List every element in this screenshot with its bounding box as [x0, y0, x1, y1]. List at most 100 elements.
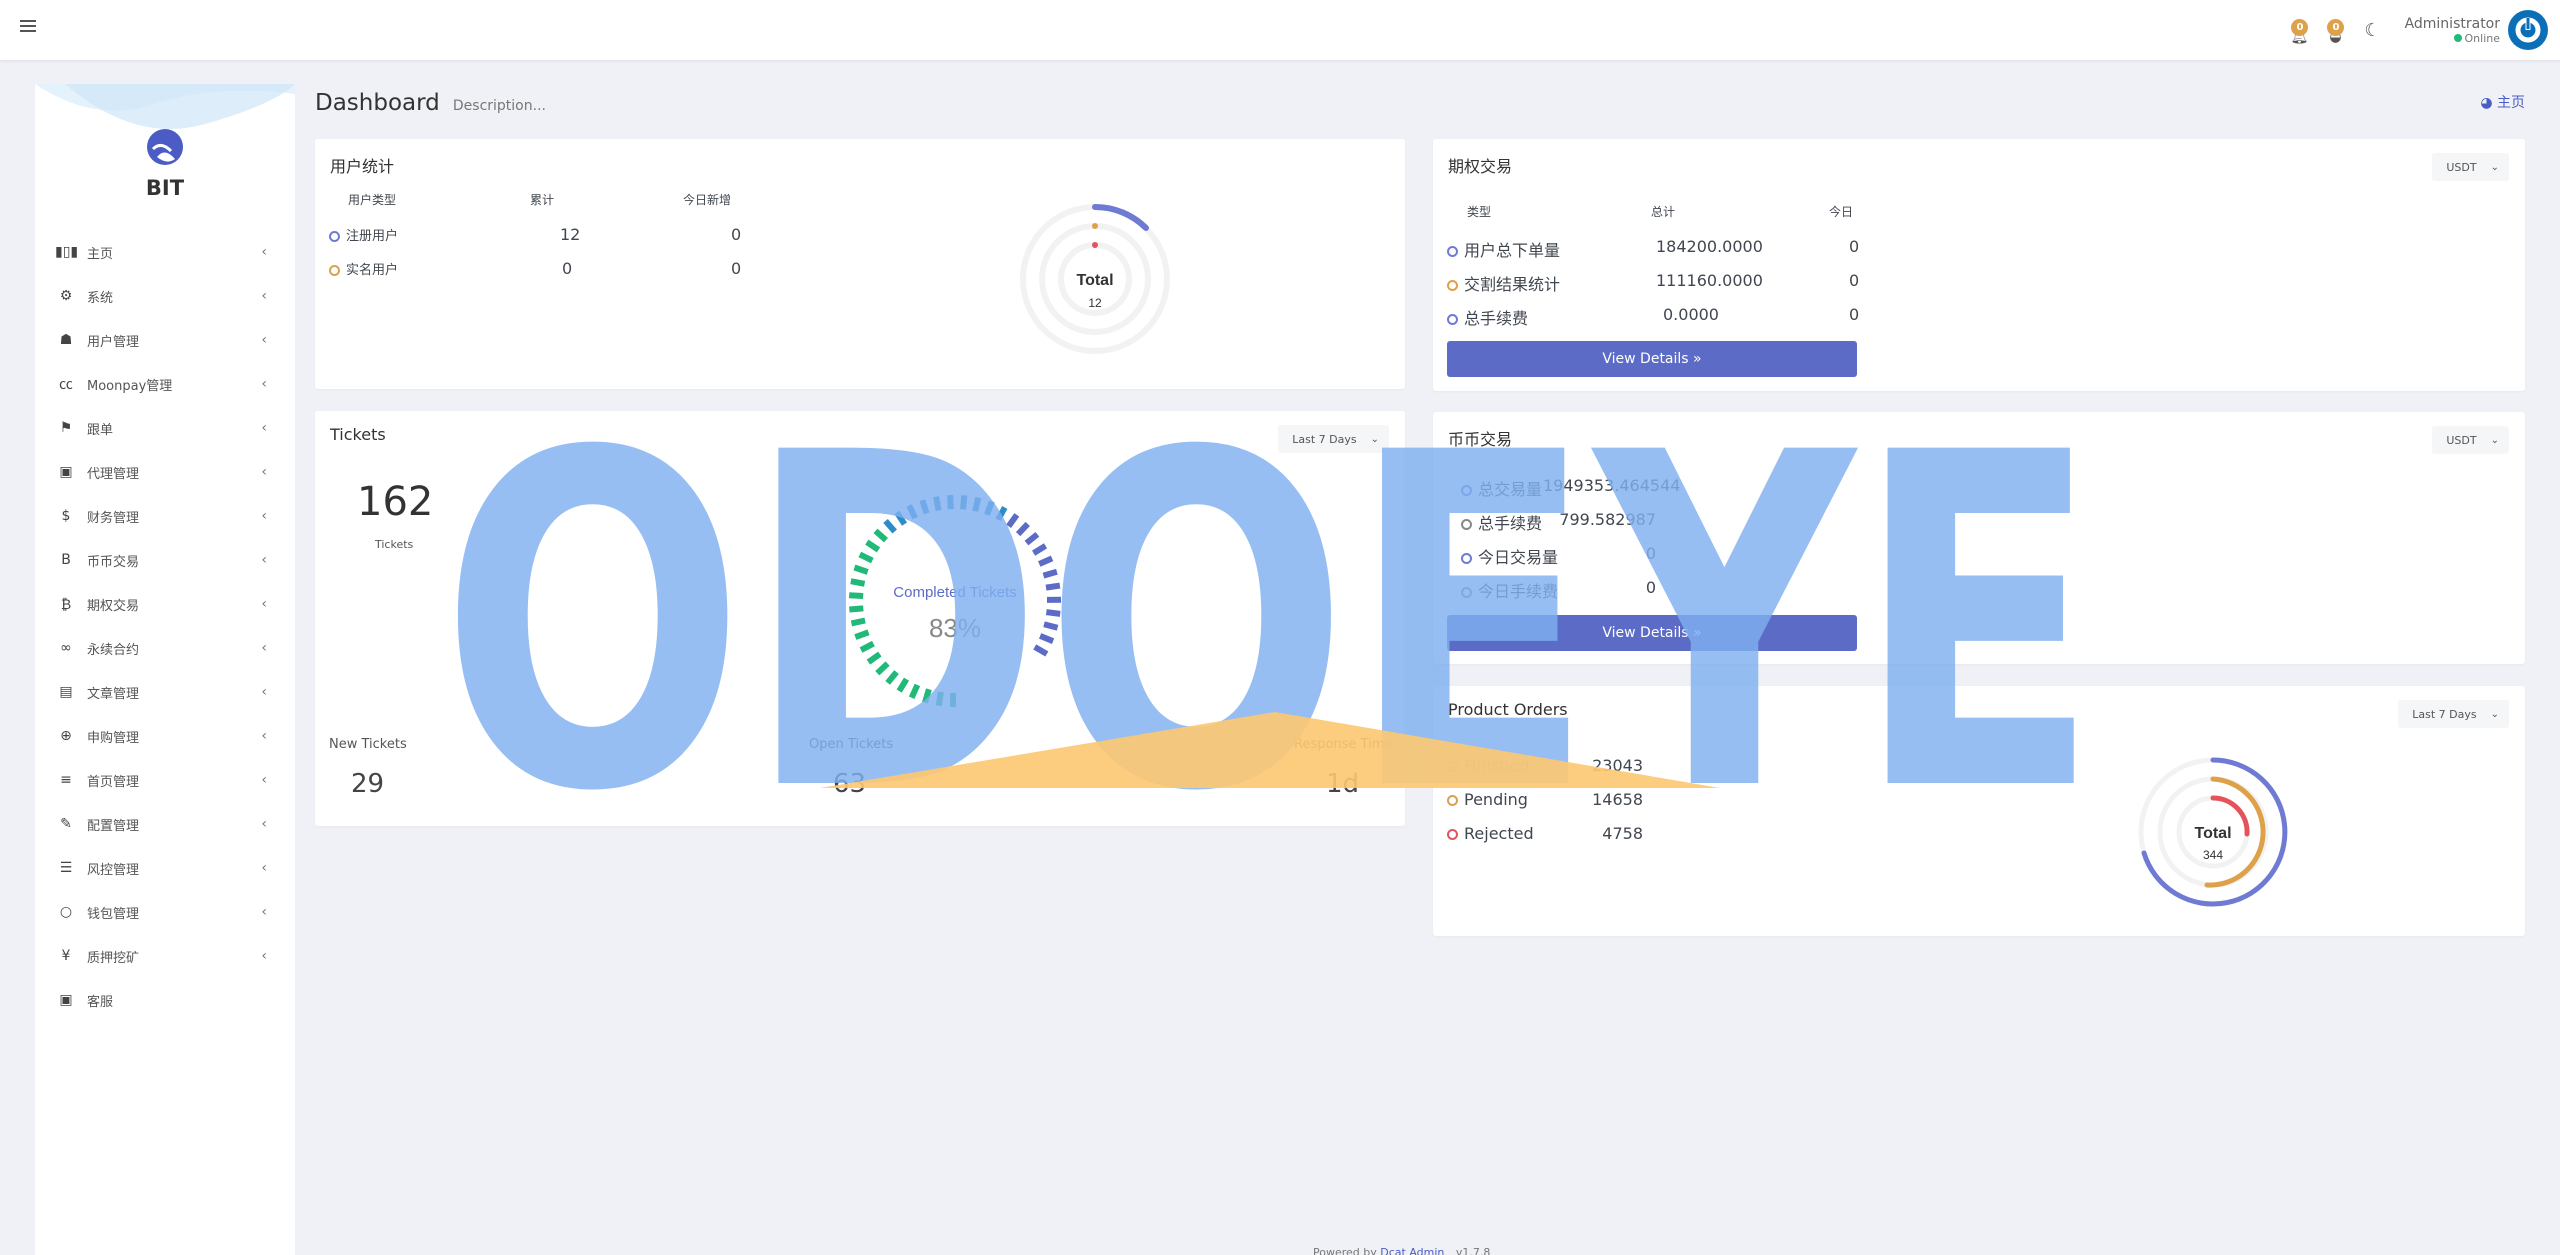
- messages-badge: 0: [2327, 19, 2345, 36]
- chevron-left-icon: ‹: [261, 552, 267, 568]
- sidebar-item[interactable]: ∞ 永续合约 ‹: [35, 626, 295, 670]
- circle-icon: ○: [59, 904, 73, 920]
- open-tickets-label: Open Tickets: [809, 737, 894, 752]
- row-value: 4758: [1602, 824, 1643, 843]
- col-header: 总计: [1651, 205, 1676, 219]
- range-select[interactable]: Last 7 Days ⌄: [2398, 700, 2509, 728]
- table-row: 用户总下单量: [1447, 237, 1560, 261]
- gauge-tick: [1033, 644, 1049, 657]
- sidebar-item-label: 用户管理: [87, 334, 140, 350]
- spot-trading-card: 币币交易 USDT ⌄ 总交易量 1949353.464544 总手续费 799.…: [1433, 412, 2525, 664]
- row-value: 0: [1645, 544, 1656, 563]
- messages-button[interactable]: ◒ 0: [2320, 15, 2350, 45]
- gauge-tick: [848, 592, 864, 600]
- sidebar-item[interactable]: ¥ 质押挖矿 ‹: [35, 934, 295, 978]
- chevron-left-icon: ‹: [261, 288, 267, 304]
- gauge-tick: [850, 578, 866, 587]
- online-dot-icon: [2453, 34, 2462, 42]
- menu-toggle-icon[interactable]: [20, 20, 36, 34]
- sidebar-item-label: 风控管理: [87, 862, 140, 878]
- chevron-left-icon: ‹: [261, 420, 267, 436]
- sidebar-item[interactable]: ₿ 期权交易 ‹: [35, 582, 295, 626]
- brand-name: BIT: [145, 176, 185, 200]
- gauge-label: Completed Tickets: [893, 584, 1016, 601]
- chart-total-label: Total: [1076, 272, 1113, 289]
- gauge-tick: [883, 518, 897, 534]
- table-row: 交割结果统计: [1447, 271, 1560, 295]
- sidebar-item[interactable]: ✎ 配置管理 ‹: [35, 802, 295, 846]
- legend-ring-icon: [1447, 761, 1458, 772]
- col-header: 今日: [1829, 205, 1854, 219]
- notifications-button[interactable]: 🔔︎ 0: [2284, 15, 2314, 45]
- sidebar-item[interactable]: ☰ 风控管理 ‹: [35, 846, 295, 890]
- chart-total-value: 344: [2203, 848, 2223, 862]
- row-type: 交割结果统计: [1464, 275, 1561, 294]
- chevron-left-icon: ‹: [261, 816, 267, 832]
- dashboard-icon: ◕: [2480, 95, 2493, 111]
- breadcrumb-home[interactable]: ◕ 主页: [2480, 92, 2525, 112]
- legend-ring-icon: [1461, 519, 1472, 530]
- row-today: 0: [731, 225, 742, 244]
- content-header: Dashboard Description...: [315, 90, 546, 116]
- user-name: Administrator: [2404, 15, 2500, 32]
- completed-tickets-gauge: Completed Tickets 83%: [848, 494, 1062, 708]
- currency-select[interactable]: USDT ⌄: [2432, 426, 2509, 454]
- sidebar-item[interactable]: ⚙ 系统 ‹: [35, 274, 295, 318]
- user-menu[interactable]: Administrator Online: [2405, 16, 2500, 45]
- chevron-down-icon: ⌄: [2490, 434, 2499, 446]
- sidebar-item[interactable]: ☗ 用户管理 ‹: [35, 318, 295, 362]
- chevron-left-icon: ‹: [261, 596, 267, 612]
- flag-icon: ⚑: [59, 420, 73, 436]
- gear-icon: ⚙: [59, 288, 73, 304]
- sidebar-item[interactable]: ⚑ 跟单 ‹: [35, 406, 295, 450]
- gauge-tick: [850, 617, 866, 627]
- list-item: Finished: [1447, 756, 1530, 775]
- indent-icon: ☰: [59, 860, 73, 876]
- row-value: 799.582987: [1559, 510, 1656, 529]
- gauge-tick: [1024, 531, 1040, 546]
- view-details-button[interactable]: View Details »: [1447, 615, 1857, 651]
- sidebar-item[interactable]: ⊕ 申购管理 ‹: [35, 714, 295, 758]
- sidebar-item[interactable]: $ 财务管理 ‹: [35, 494, 295, 538]
- dollar-icon: $: [61, 508, 71, 524]
- sidebar-item-label: 系统: [87, 290, 114, 306]
- row-total: 12: [560, 225, 581, 244]
- legend-ring-icon: [1447, 246, 1458, 257]
- sidebar-item-label: Moonpay管理: [87, 378, 173, 394]
- sidebar-item[interactable]: ▮▯▮ 主页 ‹: [35, 230, 295, 274]
- product-orders-card: Product Orders Last 7 Days ⌄ Finished 230…: [1433, 686, 2525, 936]
- sidebar-item-label: 首页管理: [87, 774, 140, 790]
- sidebar-item-label: 质押挖矿: [87, 950, 140, 966]
- footer-link[interactable]: Dcat Admin: [1380, 1246, 1444, 1255]
- sidebar-item-label: 跟单: [87, 422, 114, 438]
- sidebar-item[interactable]: ▣ 代理管理 ‹: [35, 450, 295, 494]
- gauge-tick: [1038, 633, 1055, 644]
- tickets-total: 162: [357, 479, 434, 525]
- sidebar-item[interactable]: ○ 钱包管理 ‹: [35, 890, 295, 934]
- gauge-value: 83%: [929, 613, 981, 643]
- row-today: 0: [1849, 305, 1860, 324]
- gauge-tick: [1038, 555, 1054, 567]
- avatar[interactable]: [2508, 10, 2548, 50]
- sidebar-item[interactable]: B 币币交易 ‹: [35, 538, 295, 582]
- dark-mode-toggle-icon[interactable]: ☾: [2364, 20, 2380, 41]
- page-title: Dashboard: [315, 90, 440, 116]
- col-header: 类型: [1467, 205, 1492, 219]
- legend-ring-icon: [329, 265, 340, 276]
- user-stats-card: 用户统计 用户类型 累计 今日新增 注册用户 12 0 实名用户 0 0 Tot…: [315, 139, 1405, 389]
- currency-select[interactable]: USDT ⌄: [2432, 153, 2509, 181]
- sidebar-item[interactable]: ㏄ Moonpay管理 ‹: [35, 362, 295, 406]
- sidebar-item-label: 财务管理: [87, 510, 140, 526]
- footer-version: v1.7.8: [1455, 1246, 1491, 1255]
- view-details-button[interactable]: View Details »: [1447, 341, 1857, 377]
- sidebar-item[interactable]: ≡ 首页管理 ‹: [35, 758, 295, 802]
- chevron-left-icon: ‹: [261, 948, 267, 964]
- range-select[interactable]: Last 7 Days ⌄: [1278, 425, 1389, 453]
- contact-card-icon: ▣: [59, 992, 73, 1008]
- logo-icon: [147, 129, 183, 165]
- b-icon: B: [61, 552, 71, 568]
- sidebar-item[interactable]: ▤ 文章管理 ‹: [35, 670, 295, 714]
- sidebar-item[interactable]: ▣ 客服: [35, 978, 295, 1022]
- user-status: Online: [2405, 32, 2500, 45]
- range-selected: Last 7 Days: [1292, 432, 1357, 446]
